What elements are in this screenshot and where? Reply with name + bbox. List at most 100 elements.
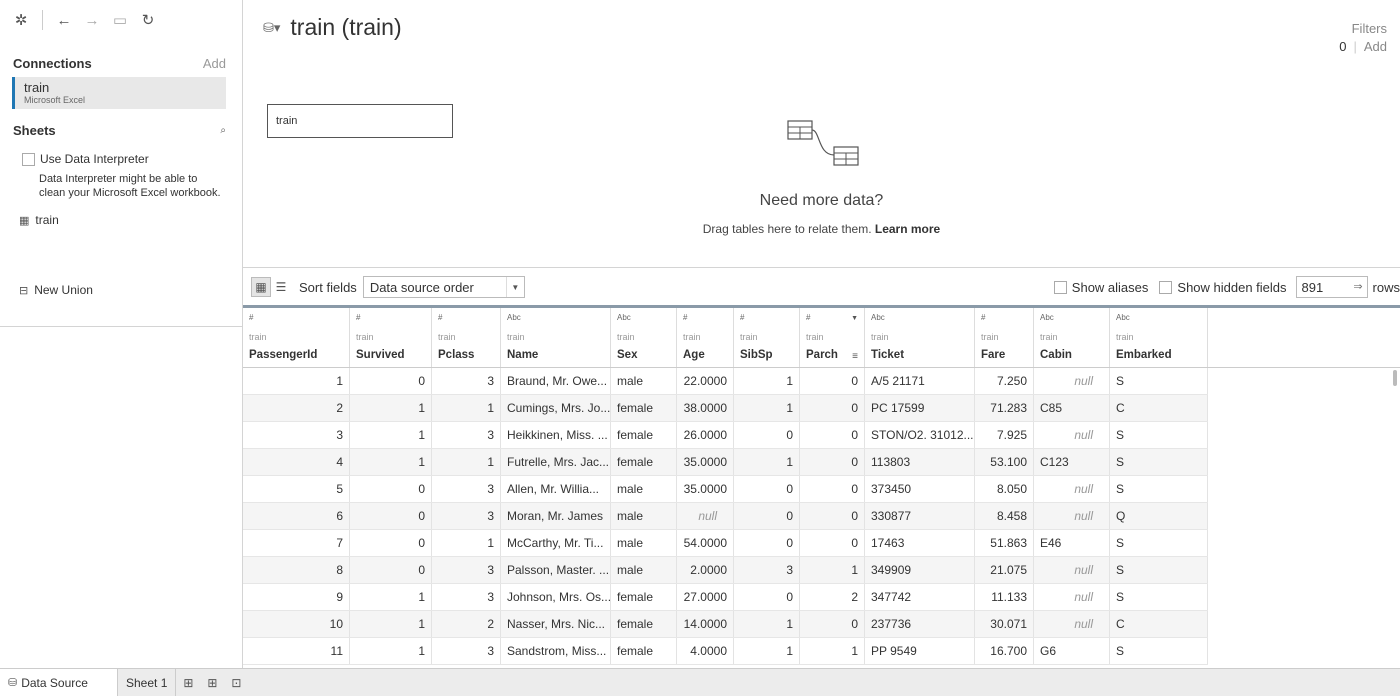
connection-name: train <box>24 80 50 95</box>
field-type-icon[interactable]: # <box>740 313 799 326</box>
tableau-logo-icon[interactable]: ✲ <box>12 11 30 29</box>
vertical-scrollbar[interactable] <box>1393 370 1397 386</box>
field-type-icon[interactable]: Abc <box>871 313 974 326</box>
filters-label: Filters <box>1351 21 1387 36</box>
tab-data-source-label: Data Source <box>21 675 88 690</box>
table-cell: Cumings, Mrs. Jo... <box>501 395 611 421</box>
column-header-parch[interactable]: # train Parch ▼ ≡ <box>800 308 865 367</box>
column-header-age[interactable]: # train Age <box>677 308 734 367</box>
table-cell: 0 <box>800 395 865 421</box>
column-header-sex[interactable]: Abc train Sex <box>611 308 677 367</box>
table-cell: 0 <box>734 476 800 502</box>
new-union-label: New Union <box>34 283 93 297</box>
table-cell: 1 <box>734 368 800 394</box>
column-header-passengerid[interactable]: # train PassengerId <box>243 308 350 367</box>
column-header-fare[interactable]: # train Fare <box>975 308 1034 367</box>
column-header-embarked[interactable]: Abc train Embarked <box>1110 308 1208 367</box>
show-hidden-fields-checkbox[interactable] <box>1159 280 1173 294</box>
table-cell: 35.0000 <box>677 476 734 502</box>
table-cell: E46 <box>1034 530 1110 556</box>
table-cell: 237736 <box>865 611 975 637</box>
rows-value: 891 <box>1301 279 1324 295</box>
table-cell: 9 <box>243 584 350 610</box>
column-header-survived[interactable]: # train Survived <box>350 308 432 367</box>
data-source-name[interactable]: train (train) <box>290 14 401 41</box>
sheet-item-train[interactable]: ▦ train <box>0 213 242 227</box>
column-name: Embarked <box>1116 349 1172 361</box>
column-source: train <box>1116 332 1134 342</box>
new-worksheet-icon[interactable]: ⊞ <box>176 669 200 696</box>
learn-more-link[interactable]: Learn more <box>875 222 940 236</box>
filters-add-button[interactable]: Add <box>1364 39 1387 54</box>
field-type-icon[interactable]: # <box>683 313 733 326</box>
table-icon: ▦ <box>19 214 30 227</box>
refresh-icon[interactable]: ↻ <box>139 11 157 29</box>
search-icon[interactable]: ⌕ <box>220 125 226 136</box>
sheet-item-label: train <box>35 213 59 227</box>
table-cell: STON/O2. 31012... <box>865 422 975 448</box>
table-cell: male <box>611 368 677 394</box>
new-story-icon[interactable]: ⊡ <box>224 669 248 696</box>
column-name: Sex <box>617 349 638 361</box>
field-type-icon[interactable]: # <box>249 313 349 326</box>
connections-add-button[interactable]: Add <box>203 56 226 71</box>
sort-icon[interactable]: ≡ <box>852 351 858 362</box>
drag-tables-label: Drag tables here to relate them. <box>702 222 872 236</box>
field-type-icon[interactable]: # <box>356 313 431 326</box>
forward-icon[interactable]: → <box>83 11 101 29</box>
column-menu-icon[interactable]: ▼ <box>851 315 858 322</box>
table-cell: 6 <box>243 503 350 529</box>
table-cell: female <box>611 611 677 637</box>
canvas-table-train[interactable]: train <box>267 104 453 138</box>
table-cell: 27.0000 <box>677 584 734 610</box>
column-header-name[interactable]: Abc train Name <box>501 308 611 367</box>
show-aliases-checkbox[interactable] <box>1053 280 1067 294</box>
grid-empty-area <box>1208 368 1400 668</box>
column-source: train <box>438 332 456 342</box>
data-interpreter-checkbox[interactable] <box>22 152 35 166</box>
table-cell: null <box>677 503 734 529</box>
field-type-icon[interactable]: # <box>438 313 500 326</box>
field-type-icon[interactable]: Abc <box>507 313 610 326</box>
new-dashboard-icon[interactable]: ⊞ <box>200 669 224 696</box>
table-cell: 3 <box>432 422 501 448</box>
column-name: Name <box>507 349 539 361</box>
column-source: train <box>740 332 758 342</box>
table-cell: Futrelle, Mrs. Jac... <box>501 449 611 475</box>
field-type-icon[interactable]: Abc <box>1116 313 1207 326</box>
sheets-header: Sheets ⌕ <box>0 123 242 138</box>
list-view-icon[interactable]: ☰ <box>271 277 291 297</box>
connection-item-train[interactable]: train Microsoft Excel <box>12 77 226 109</box>
grid-view-icon[interactable]: ▦ <box>251 277 271 297</box>
table-cell: C123 <box>1034 449 1110 475</box>
table-cell: A/5 21171 <box>865 368 975 394</box>
column-header-sibsp[interactable]: # train SibSp <box>734 308 800 367</box>
field-type-icon[interactable]: Abc <box>1040 313 1109 326</box>
field-type-icon[interactable]: # <box>981 313 1033 326</box>
new-union-item[interactable]: ⊟ New Union <box>0 283 242 297</box>
database-icon[interactable]: ⛁▾ <box>263 20 280 36</box>
table-cell: 1 <box>350 638 432 664</box>
table-cell: 1 <box>350 449 432 475</box>
field-type-icon[interactable]: Abc <box>617 313 676 326</box>
data-interpreter-row[interactable]: Use Data Interpreter <box>0 152 242 166</box>
column-header-pclass[interactable]: # train Pclass <box>432 308 501 367</box>
table-cell: male <box>611 530 677 556</box>
table-cell: 0 <box>734 503 800 529</box>
table-cell: null <box>1034 476 1110 502</box>
grid-header: # train PassengerId # train Survived # train Pcl… <box>243 305 1400 368</box>
rows-input[interactable]: 891 ⇒ <box>1295 276 1368 298</box>
back-icon[interactable]: ← <box>55 11 73 29</box>
table-cell: 1 <box>734 638 800 664</box>
save-icon[interactable]: ▭ <box>111 11 129 29</box>
sort-fields-select[interactable]: Data source order ▼ <box>362 276 525 298</box>
left-panel: ✲ ← → ▭ ↻ Connections Add train Microsof… <box>0 0 243 668</box>
tab-sheet1[interactable]: Sheet 1 <box>118 669 177 696</box>
arrow-right-icon[interactable]: ⇒ <box>1353 280 1362 293</box>
union-icon: ⊟ <box>19 284 29 297</box>
table-cell: S <box>1110 530 1208 556</box>
tab-data-source[interactable]: ⛁ Data Source <box>0 669 118 696</box>
column-header-cabin[interactable]: Abc train Cabin <box>1034 308 1110 367</box>
column-header-ticket[interactable]: Abc train Ticket <box>865 308 975 367</box>
filters-panel: Filters 0 | Add <box>1339 21 1387 54</box>
